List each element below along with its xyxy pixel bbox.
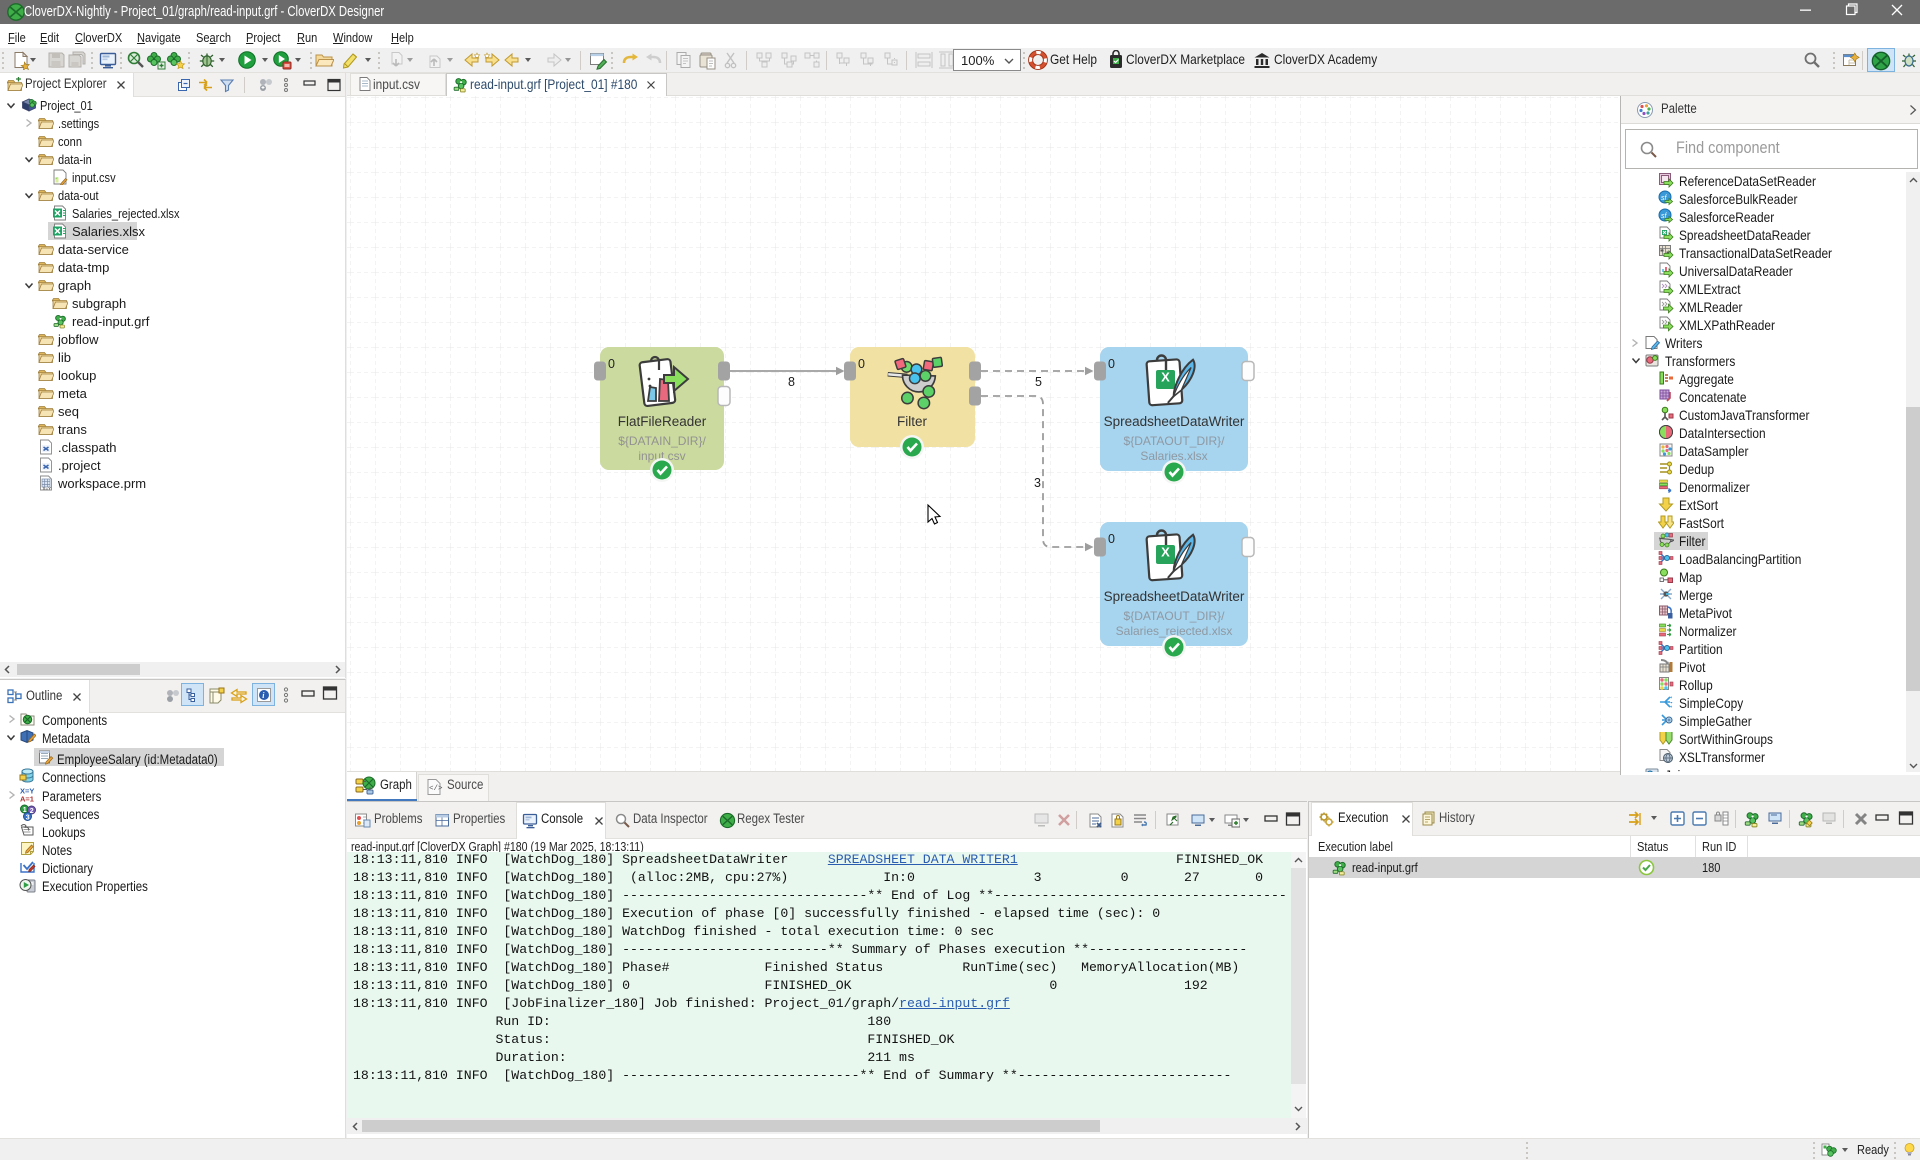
svg-text:0: 0 (608, 357, 615, 371)
svg-text:A=1: A=1 (20, 795, 34, 804)
svg-text:${DATAIN_DIR}/: ${DATAIN_DIR}/ (618, 434, 706, 448)
svg-text:${DATAOUT_DIR}/: ${DATAOUT_DIR}/ (1124, 609, 1226, 623)
svg-text:0: 0 (1108, 532, 1115, 546)
svg-text:</>: </> (429, 785, 443, 793)
svg-text:SpreadsheetDataWriter: SpreadsheetDataWriter (1104, 589, 1245, 604)
svg-text:Filter: Filter (897, 414, 928, 429)
svg-text:8: 8 (788, 375, 795, 389)
svg-text:0: 0 (858, 357, 865, 371)
svg-text:3: 3 (1034, 476, 1041, 490)
svg-text:5: 5 (1035, 375, 1042, 389)
svg-text:FlatFileReader: FlatFileReader (618, 414, 707, 429)
svg-text:0: 0 (1108, 357, 1115, 371)
svg-text:SpreadsheetDataWriter: SpreadsheetDataWriter (1104, 414, 1245, 429)
svg-text:3: 3 (26, 814, 30, 821)
svg-text:${DATAOUT_DIR}/: ${DATAOUT_DIR}/ (1124, 434, 1226, 448)
